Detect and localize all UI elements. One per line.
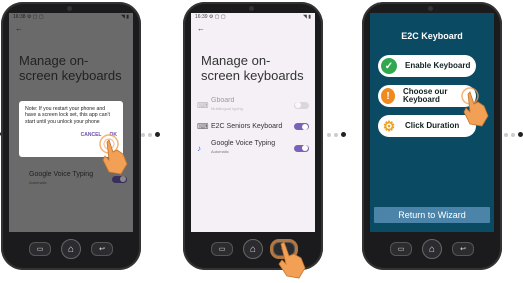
dialog-message: Note: If you restart your phone and have… — [25, 106, 110, 125]
enable-keyboard-button[interactable]: ✓ Enable Keyboard — [378, 55, 476, 77]
pointing-hand-icon — [278, 241, 306, 279]
home-button[interactable]: ⌂ — [243, 239, 263, 259]
microphone-icon: ♪ — [15, 174, 19, 184]
page-title: Manage on-screen keyboards — [19, 53, 122, 83]
phone-1: 16:38 ⚙ ▢ ▢ ◥ ▮ ← Manage on-screen keybo… — [1, 2, 141, 270]
recents-button[interactable]: ▭ — [211, 242, 233, 256]
front-camera — [67, 6, 72, 11]
back-button[interactable]: ↩ — [452, 242, 474, 256]
status-bar: 16:38 ⚙ ▢ ▢ ◥ ▮ — [9, 13, 133, 23]
nav-bar: ▭ ⌂ ↩ — [362, 234, 502, 264]
dot — [341, 132, 346, 137]
nav-bar: ▭ ⌂ ↩ — [1, 234, 141, 264]
e2c-toggle[interactable] — [294, 123, 309, 130]
front-camera — [428, 6, 433, 11]
dot — [334, 132, 338, 137]
pointing-hand-icon — [99, 134, 128, 175]
recents-button[interactable]: ▭ — [29, 242, 51, 256]
page-title: Manage on-screen keyboards — [201, 53, 304, 83]
dot — [155, 132, 160, 137]
dot — [327, 132, 331, 137]
status-time: 16:39 — [195, 14, 208, 20]
status-icons: ⚙ ▢ ▢ — [26, 14, 44, 20]
alert-icon: ! — [381, 88, 395, 104]
back-arrow-icon[interactable]: ← — [9, 23, 133, 39]
button-label: Click Duration — [405, 120, 460, 130]
phone-2-screen: 16:39 ⚙ ▢ ▢ ◥ ▮ ← Manage on-screen keybo… — [191, 13, 315, 232]
carousel-dots — [141, 132, 160, 137]
row-label: Gboard — [211, 97, 235, 104]
front-camera — [249, 6, 254, 11]
gboard-toggle[interactable] — [294, 101, 309, 109]
keyboard-icon: ⌨ — [197, 122, 209, 131]
phone-2: 16:39 ⚙ ▢ ▢ ◥ ▮ ← Manage on-screen keybo… — [183, 2, 323, 279]
app-header: E2C Keyboard — [401, 31, 463, 41]
microphone-icon: ♪ — [197, 143, 201, 153]
dot — [148, 132, 152, 137]
keyboard-icon: ⌨ — [197, 100, 209, 110]
carousel-dots-right — [504, 132, 523, 137]
gears-icon: ⚙ — [381, 117, 397, 134]
voice-typing-toggle[interactable] — [112, 175, 127, 183]
row-label: Google Voice Typing — [211, 140, 276, 147]
status-battery-icon: ◥ ▮ — [121, 14, 129, 20]
home-button[interactable]: ⌂ — [422, 239, 442, 259]
button-label: Enable Keyboard — [405, 60, 471, 70]
return-to-wizard-button[interactable]: Return to Wizard — [374, 207, 490, 223]
status-battery-icon: ◥ ▮ — [303, 14, 311, 20]
row-sub: Automatic — [211, 149, 229, 154]
row-sub: Multilingual typing — [211, 106, 243, 111]
recents-button[interactable]: ▭ — [390, 242, 412, 256]
row-label: E2C Seniors Keyboard — [211, 122, 283, 130]
list-item-e2c[interactable]: ⌨ E2C Seniors Keyboard — [191, 122, 315, 131]
check-icon: ✓ — [381, 58, 397, 74]
carousel-dots — [327, 132, 346, 137]
status-icons: ⚙ ▢ ▢ — [208, 14, 226, 20]
pointing-hand-icon — [461, 87, 489, 127]
back-button[interactable]: ↩ — [91, 242, 113, 256]
voice-typing-toggle[interactable] — [294, 144, 309, 152]
list-item-gboard[interactable]: ⌨ Gboard Multilingual typing — [191, 97, 315, 113]
phone-3: E2C Keyboard ✓ Enable Keyboard ! Choose … — [362, 2, 502, 270]
dot — [504, 132, 508, 137]
status-time: 16:38 — [13, 14, 26, 20]
list-item-voice-typing[interactable]: ♪ Google Voice Typing Automatic — [191, 140, 315, 156]
dot — [511, 132, 515, 137]
dot — [518, 132, 523, 137]
phone-1-screen: 16:38 ⚙ ▢ ▢ ◥ ▮ ← Manage on-screen keybo… — [9, 13, 133, 232]
back-arrow-icon[interactable]: ← — [191, 23, 315, 39]
dot — [141, 132, 145, 137]
row-sub: Automatic — [29, 180, 47, 185]
status-bar: 16:39 ⚙ ▢ ▢ ◥ ▮ — [191, 13, 315, 23]
home-button[interactable]: ⌂ — [61, 239, 81, 259]
